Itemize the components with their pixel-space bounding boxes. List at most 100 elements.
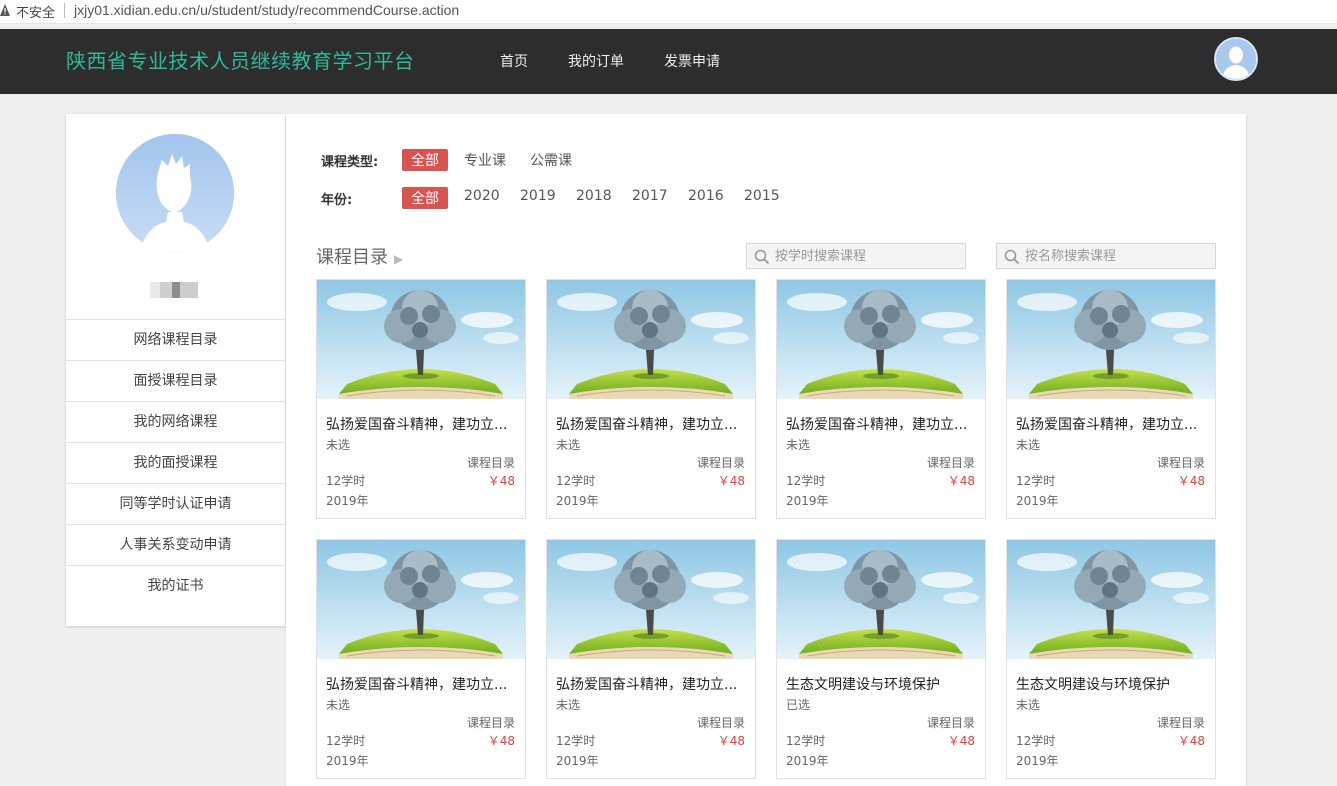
course-catalog-link[interactable]: 课程目录	[467, 714, 515, 731]
sidebar-item-online-catalog[interactable]: 网络课程目录	[66, 319, 285, 360]
course-status: 未选	[326, 438, 351, 452]
course-title[interactable]: 生态文明建设与环境保护	[1016, 674, 1208, 694]
year-option-all[interactable]: 全部	[402, 187, 448, 209]
course-card-3[interactable]: 弘扬爱国奋斗精神，建功立... 未选 课程目录 12学时 ￥48 2019年	[776, 279, 986, 519]
year-option-2020[interactable]: 2020	[455, 187, 509, 205]
type-option-public[interactable]: 公需课	[521, 149, 581, 171]
warning-triangle-icon	[0, 4, 10, 16]
year-option-2017[interactable]: 2017	[623, 187, 677, 205]
sidebar-item-my-offline-courses[interactable]: 我的面授课程	[66, 442, 285, 483]
course-price: ￥48	[1177, 734, 1205, 748]
course-type-label: 课程类型:	[321, 155, 379, 170]
main-panel: 课程类型: 全部 专业课 公需课 年份: 全部 2020 2019 2018 2…	[286, 114, 1246, 786]
course-card-1[interactable]: 弘扬爱国奋斗精神，建功立... 未选 课程目录 12学时 ￥48 2019年	[316, 279, 526, 519]
course-thumbnail	[317, 540, 525, 659]
site-title[interactable]: 陕西省专业技术人员继续教育学习平台	[66, 45, 415, 74]
course-thumbnail	[1007, 540, 1215, 659]
insecure-label: 不安全	[16, 6, 56, 21]
course-title[interactable]: 弘扬爱国奋斗精神，建功立...	[786, 414, 978, 434]
username-blurred	[150, 282, 198, 298]
address-divider	[64, 3, 65, 18]
course-title[interactable]: 弘扬爱国奋斗精神，建功立...	[556, 674, 748, 694]
catalog-heading-text: 课程目录	[316, 247, 388, 268]
course-card-6[interactable]: 弘扬爱国奋斗精神，建功立... 未选 课程目录 12学时 ￥48 2019年	[546, 539, 756, 779]
course-hours: 12学时	[556, 474, 596, 488]
course-catalog-link[interactable]: 课程目录	[1157, 454, 1205, 471]
course-card-2[interactable]: 弘扬爱国奋斗精神，建功立... 未选 课程目录 12学时 ￥48 2019年	[546, 279, 756, 519]
course-price: ￥48	[717, 734, 745, 748]
profile-avatar	[116, 134, 234, 252]
tree-book-image	[1007, 540, 1215, 659]
course-thumbnail	[1007, 280, 1215, 399]
year-option-2016[interactable]: 2016	[679, 187, 733, 205]
search-name-input[interactable]	[1025, 247, 1211, 265]
type-option-professional[interactable]: 专业课	[455, 149, 515, 171]
course-card-8[interactable]: 生态文明建设与环境保护 未选 课程目录 12学时 ￥48 2019年	[1006, 539, 1216, 779]
course-price: ￥48	[947, 474, 975, 488]
tree-book-image	[1007, 280, 1215, 399]
course-year: 2019年	[786, 494, 829, 508]
tree-book-image	[317, 540, 525, 659]
url-text[interactable]: jxjy01.xidian.edu.cn/u/student/study/rec…	[74, 2, 459, 18]
type-option-all[interactable]: 全部	[402, 149, 448, 171]
tree-book-image	[547, 540, 755, 659]
nav-my-orders[interactable]: 我的订单	[568, 51, 624, 71]
search-by-name[interactable]	[996, 243, 1216, 269]
course-title[interactable]: 生态文明建设与环境保护	[786, 674, 978, 694]
magnifier-icon	[1004, 249, 1020, 265]
sidebar-item-offline-catalog[interactable]: 面授课程目录	[66, 360, 285, 401]
year-label: 年份:	[321, 193, 353, 208]
course-title[interactable]: 弘扬爱国奋斗精神，建功立...	[1016, 414, 1208, 434]
course-thumbnail	[547, 280, 755, 399]
sidebar-item-my-online-courses[interactable]: 我的网络课程	[66, 401, 285, 442]
course-catalog-link[interactable]: 课程目录	[927, 714, 975, 731]
course-price: ￥48	[487, 734, 515, 748]
course-price: ￥48	[487, 474, 515, 488]
search-by-hours[interactable]	[746, 243, 966, 269]
tree-book-image	[777, 540, 985, 659]
sidebar-menu: 网络课程目录 面授课程目录 我的网络课程 我的面授课程 同等学时认证申请 人事关…	[66, 319, 285, 606]
course-year: 2019年	[786, 754, 829, 768]
course-thumbnail	[317, 280, 525, 399]
browser-address-bar[interactable]: 不安全 jxjy01.xidian.edu.cn/u/student/study…	[0, 0, 1337, 24]
course-card-5[interactable]: 弘扬爱国奋斗精神，建功立... 未选 课程目录 12学时 ￥48 2019年	[316, 539, 526, 779]
course-catalog-link[interactable]: 课程目录	[697, 714, 745, 731]
year-option-2015[interactable]: 2015	[735, 187, 789, 205]
course-hours: 12学时	[1016, 734, 1056, 748]
course-thumbnail	[777, 540, 985, 659]
user-avatar[interactable]	[1214, 37, 1258, 81]
course-status: 未选	[786, 438, 811, 452]
course-year: 2019年	[1016, 754, 1059, 768]
year-option-2019[interactable]: 2019	[511, 187, 565, 205]
nav-home[interactable]: 首页	[500, 51, 528, 71]
course-hours: 12学时	[786, 474, 826, 488]
course-hours: 12学时	[556, 734, 596, 748]
sidebar-item-equivalent-hours[interactable]: 同等学时认证申请	[66, 483, 285, 524]
course-card-4[interactable]: 弘扬爱国奋斗精神，建功立... 未选 课程目录 12学时 ￥48 2019年	[1006, 279, 1216, 519]
course-catalog-link[interactable]: 课程目录	[467, 454, 515, 471]
tree-book-image	[777, 280, 985, 399]
course-catalog-link[interactable]: 课程目录	[927, 454, 975, 471]
course-year: 2019年	[556, 754, 599, 768]
nav-invoice-request[interactable]: 发票申请	[664, 51, 720, 71]
course-price: ￥48	[947, 734, 975, 748]
sidebar-item-personnel-change[interactable]: 人事关系变动申请	[66, 524, 285, 565]
course-status: 未选	[1016, 698, 1041, 712]
course-status: 已选	[786, 698, 811, 712]
course-title[interactable]: 弘扬爱国奋斗精神，建功立...	[326, 414, 518, 434]
search-hours-input[interactable]	[775, 247, 961, 265]
course-price: ￥48	[717, 474, 745, 488]
course-catalog-link[interactable]: 课程目录	[1157, 714, 1205, 731]
user-silhouette-icon	[116, 134, 234, 252]
course-title[interactable]: 弘扬爱国奋斗精神，建功立...	[556, 414, 748, 434]
course-title[interactable]: 弘扬爱国奋斗精神，建功立...	[326, 674, 518, 694]
course-year: 2019年	[326, 494, 369, 508]
course-year: 2019年	[1016, 494, 1059, 508]
sidebar-item-my-certificates[interactable]: 我的证书	[66, 565, 285, 606]
course-card-7[interactable]: 生态文明建设与环境保护 已选 课程目录 12学时 ￥48 2019年	[776, 539, 986, 779]
course-hours: 12学时	[326, 474, 366, 488]
course-catalog-link[interactable]: 课程目录	[697, 454, 745, 471]
course-thumbnail	[547, 540, 755, 659]
course-year: 2019年	[556, 494, 599, 508]
year-option-2018[interactable]: 2018	[567, 187, 621, 205]
